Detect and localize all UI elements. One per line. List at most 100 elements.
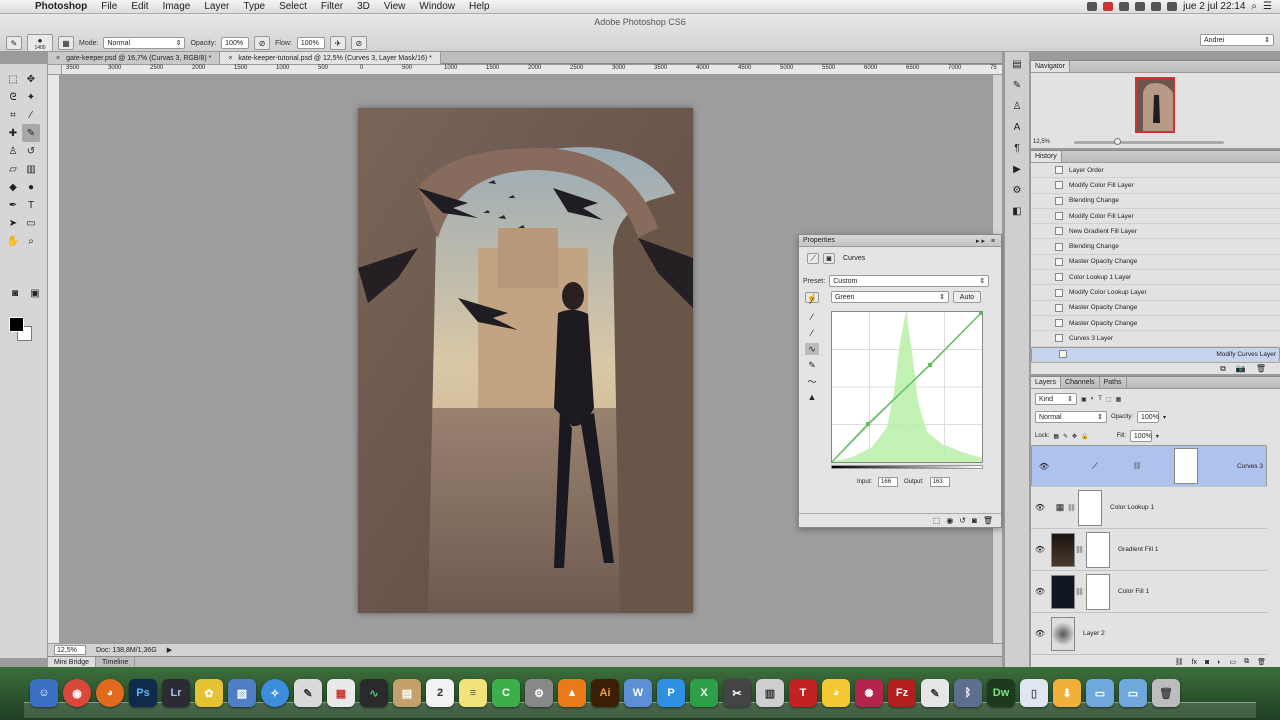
actions-panel-icon[interactable]: ▶ [1007,160,1027,178]
history-brush-icon[interactable]: ↺ [22,142,40,160]
flow-input[interactable]: 100% [296,37,325,49]
menu-select[interactable]: Select [272,1,314,12]
path-select-tool-icon[interactable]: ➤ [4,214,22,232]
menu-app[interactable]: Photoshop [28,1,94,12]
illustrator-icon[interactable]: Ai [591,679,619,707]
clip-to-layer-icon[interactable]: ⬚ [933,516,941,525]
layer-row[interactable]: 👁 ⟋ ⛓ Curves 3 [1031,445,1267,487]
eyedropper-tool-icon[interactable]: ⁄ [22,106,40,124]
hand-tool-icon[interactable]: ✋ [4,232,22,250]
menu-image[interactable]: Image [156,1,198,12]
lightroom-icon[interactable]: Lr [162,679,190,707]
workspace-select[interactable]: Andrei ⇕ [1200,34,1274,46]
filter-adjustment-icon[interactable]: ◐ [1091,396,1095,402]
layer-row[interactable]: 👁 Layer 2 [1031,613,1267,655]
layer-mask-thumbnail[interactable] [1086,573,1110,610]
layer-thumbnail[interactable] [1051,616,1075,651]
typora-icon[interactable]: T [789,679,817,707]
airbrush-icon[interactable]: ✈ [329,36,346,50]
mask-link-icon[interactable]: ⛓ [1132,462,1141,470]
menu-help[interactable]: Help [462,1,497,12]
new-snapshot-icon[interactable]: 📷 [1236,364,1246,373]
new-adjustment-icon[interactable]: ◐ [1217,659,1221,666]
panel-menu-icon[interactable]: ▸▸ ≡ [976,237,1001,245]
curves-layer-icon[interactable]: ⟋ [1088,460,1102,472]
contacts-icon[interactable]: ▤ [393,679,421,707]
ruler-origin[interactable] [48,65,62,75]
brush-tool-icon[interactable]: ✎ [22,124,40,142]
gradient-tool-icon[interactable]: ▥ [22,160,40,178]
filter-shape-icon[interactable]: ⬚ [1106,396,1112,403]
layer-name[interactable]: Gradient Fill 1 [1118,546,1158,553]
calendar-icon[interactable]: 2 [426,679,454,707]
filezilla-icon[interactable]: Fz [888,679,916,707]
kind-filter-select[interactable]: Kind ⇕ [1035,393,1077,405]
close-icon[interactable]: × [56,55,60,62]
view-previous-icon[interactable]: ◉ [946,516,953,525]
healing-tool-icon[interactable]: ✚ [4,124,22,142]
filter-pixel-icon[interactable]: ▣ [1081,396,1087,403]
history-item[interactable]: Master Opacity Change [1031,301,1280,316]
history-item[interactable]: Modify Color Fill Layer [1031,178,1280,194]
output-field[interactable]: 163 [929,477,950,487]
fill-arrow-icon[interactable]: ▾ [1156,433,1159,440]
preset-select[interactable]: Custom ⇕ [829,275,990,287]
lock-transparent-icon[interactable]: ▦ [1053,433,1059,440]
launchpad-icon[interactable]: ▦ [327,679,355,707]
history-item[interactable]: Curves 3 Layer [1031,331,1280,347]
menu-3d[interactable]: 3D [350,1,377,12]
lasso-tool-icon[interactable]: ᘓ [4,88,22,106]
mask-link-icon[interactable]: ⛓ [1075,546,1084,554]
zoom-tool-icon[interactable]: ⌕ [22,232,40,250]
curves-graph[interactable] [831,311,983,463]
smooth-curve-icon[interactable]: 〜 [805,375,819,387]
firefox-icon[interactable]: ◕ [96,679,124,707]
layer-opacity-input[interactable]: 100% [1137,411,1160,423]
safari-icon[interactable]: ✧ [261,679,289,707]
menu-file[interactable]: File [94,1,124,12]
menu-edit[interactable]: Edit [124,1,155,12]
close-icon[interactable]: × [228,55,232,62]
dreamweaver-icon[interactable]: Dw [987,679,1015,707]
paragraph-panel-icon[interactable]: ¶ [1007,139,1027,157]
history-item[interactable]: Color Lookup 1 Layer [1031,270,1280,286]
layer-mask-thumbnail[interactable] [1174,448,1199,484]
visibility-eye-icon[interactable]: 👁 [1031,587,1049,596]
delete-adjustment-icon[interactable]: 🗑 [983,516,993,525]
screen-mode-icon[interactable]: ▣ [26,286,44,300]
history-item[interactable]: Layer Order [1031,163,1280,179]
tab-paths[interactable]: Paths [1100,377,1127,388]
menu-window[interactable]: Window [412,1,462,12]
mosaic-icon[interactable]: ✺ [855,679,883,707]
layer-name[interactable]: Color Lookup 1 [1110,504,1154,511]
script-editor-icon[interactable]: ✎ [921,679,949,707]
horizontal-ruler[interactable]: 3500 3000 2500 2000 1500 1000 500 0 500 1000 1500 2… [62,65,1002,75]
opacity-arrow-icon[interactable]: ▾ [1163,414,1166,421]
tray-sync-icon[interactable] [1119,2,1130,11]
vertical-ruler[interactable] [48,75,60,643]
layer-mask-icon[interactable]: ◙ [823,253,835,264]
blend-mode-select[interactable]: Normal ⇕ [1035,411,1107,423]
type-tool-icon[interactable]: T [22,196,40,214]
draw-curve-icon[interactable]: ✎ [805,359,819,371]
photoshop-icon[interactable]: Ps [129,679,157,707]
layer-style-icon[interactable]: fx [1192,659,1197,666]
menubar-clock[interactable]: jue 2 jul 22:14 [1183,1,1245,12]
histogram-panel-icon[interactable]: ▤ [1007,55,1027,73]
tray-battery-icon[interactable] [1167,2,1178,11]
status-menu-arrow-icon[interactable]: ▶ [167,646,172,654]
lock-all-icon[interactable]: 🔒 [1081,433,1088,440]
layer-row[interactable]: 👁 ⛓ Color Fill 1 [1031,571,1267,613]
tab-mini-bridge[interactable]: Mini Bridge [48,657,97,667]
size-pressure-icon[interactable]: ⊘ [350,36,367,50]
edit-points-icon[interactable]: ∿ [805,343,819,355]
brush-preset-picker[interactable]: ● 1400 [27,34,53,52]
visibility-eye-icon[interactable]: 👁 [1031,503,1049,512]
brush-tool-icon[interactable]: ✎ [6,36,22,50]
activity-monitor-icon[interactable]: ∿ [360,679,388,707]
visibility-eye-icon[interactable]: 👁 [1035,462,1053,471]
layer-mask-thumbnail[interactable] [1086,531,1110,568]
mode-select[interactable]: Normal ⇕ [103,37,186,49]
crop-tool-icon[interactable]: ⌗ [4,106,22,124]
opacity-pressure-icon[interactable]: ⊘ [254,36,271,50]
